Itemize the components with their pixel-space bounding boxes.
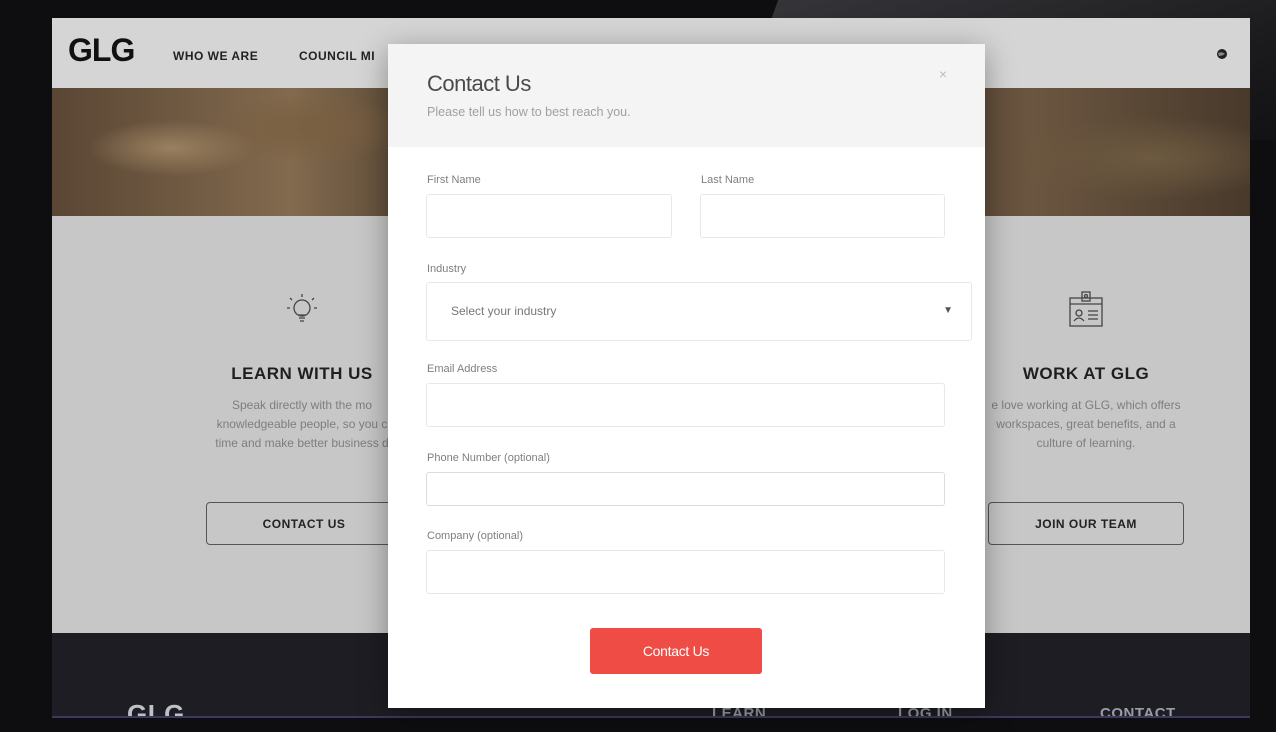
submit-button[interactable]: Contact Us <box>590 628 762 674</box>
chevron-down-icon: ▼ <box>943 305 953 316</box>
contact-modal: Contact Us Please tell us how to best re… <box>388 44 985 708</box>
footer-divider <box>52 716 1250 718</box>
phone-label: Phone Number (optional) <box>427 452 550 464</box>
company-field[interactable] <box>426 550 945 594</box>
join-our-team-button[interactable]: JOIN OUR TEAM <box>988 502 1184 545</box>
email-field[interactable] <box>426 383 945 427</box>
industry-select[interactable]: Select your industry ▼ <box>426 282 972 341</box>
nav-who-we-are[interactable]: WHO WE ARE <box>173 49 258 63</box>
modal-subtitle: Please tell us how to best reach you. <box>427 105 631 119</box>
phone-field[interactable] <box>426 472 945 506</box>
industry-placeholder: Select your industry <box>451 304 557 318</box>
nav-council-members[interactable]: COUNCIL MI <box>299 49 375 63</box>
first-name-field[interactable] <box>426 194 672 238</box>
email-label: Email Address <box>427 363 498 375</box>
close-icon[interactable]: × <box>939 66 947 82</box>
company-label: Company (optional) <box>427 530 523 542</box>
last-name-label: Last Name <box>701 174 755 186</box>
modal-header: Contact Us Please tell us how to best re… <box>388 44 985 147</box>
first-name-label: First Name <box>427 174 481 186</box>
glg-logo[interactable]: GLG <box>68 32 135 69</box>
industry-label: Industry <box>427 263 467 275</box>
modal-title: Contact Us <box>427 71 531 96</box>
contact-us-button[interactable]: CONTACT US <box>206 502 402 545</box>
monitor-bezel: GLG WHO WE ARE COUNCIL MI LEARN WITH US … <box>0 0 1276 732</box>
globe-icon[interactable] <box>1206 38 1238 70</box>
last-name-field[interactable] <box>700 194 945 238</box>
